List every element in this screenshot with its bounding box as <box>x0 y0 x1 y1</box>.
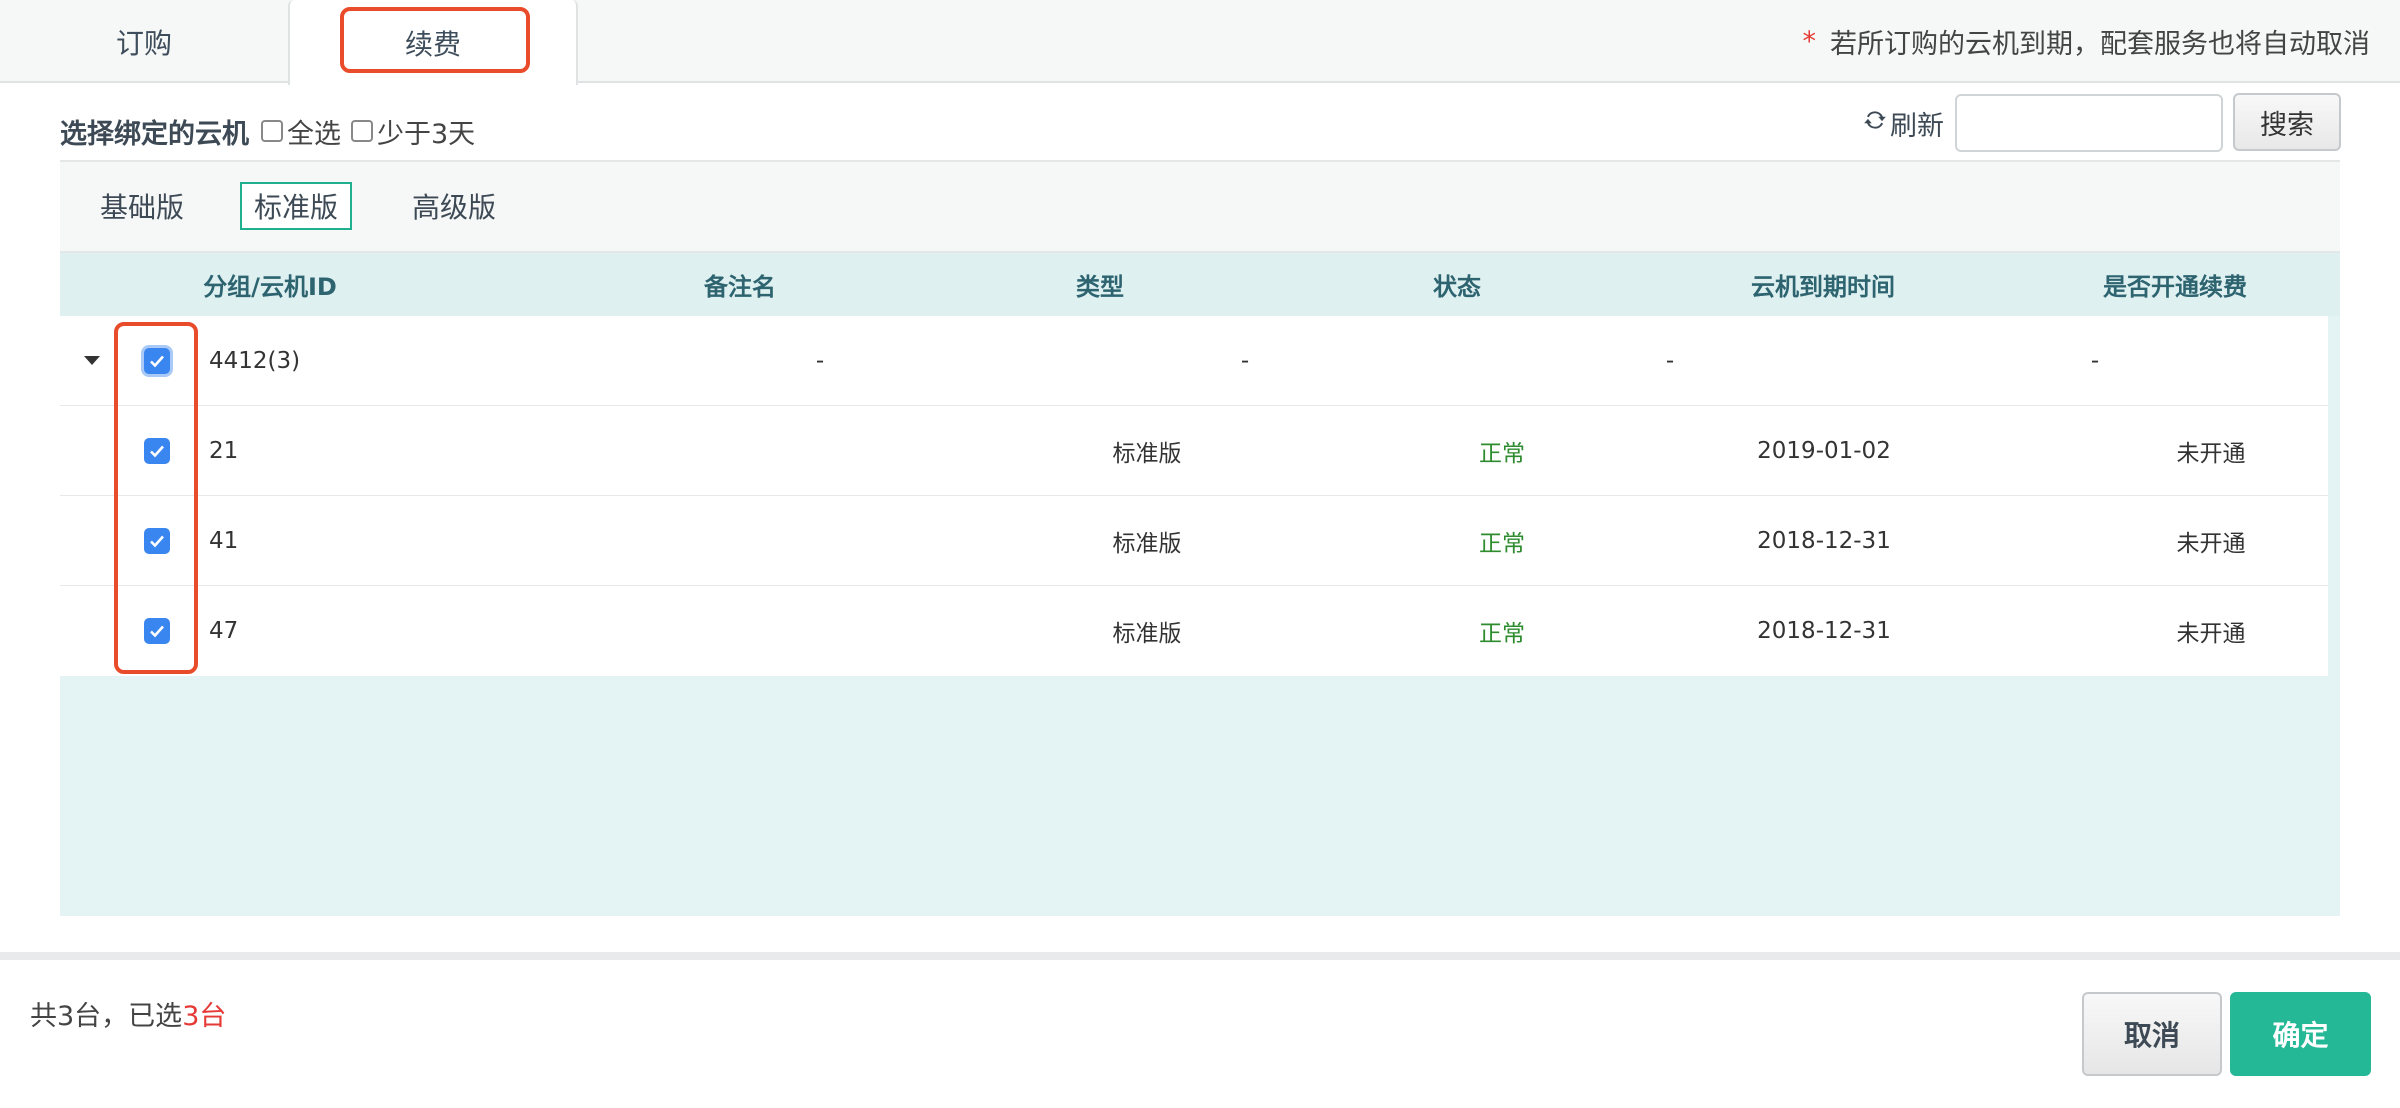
refresh-label: 刷新 <box>1890 110 1944 142</box>
cloud-type: 标准版 <box>1112 441 1182 467</box>
tab-bar: 订购 续费 * 若所订购的云机到期，配套服务也将自动取消 <box>0 0 2400 85</box>
table-header: 分组/云机ID 备注名 类型 状态 云机到期时间 是否开通续费 <box>60 253 2340 316</box>
notice-asterisk: * <box>1802 26 1817 57</box>
edition-tabs: 基础版 标准版 高级版 <box>60 160 2340 253</box>
edition-tab-basic[interactable]: 基础版 <box>96 182 188 230</box>
select-title: 选择绑定的云机 <box>60 118 249 150</box>
cloud-remark <box>640 586 840 676</box>
cancel-button-label: 取消 <box>2123 1019 2180 1052</box>
select-all-label: 全选 <box>287 118 341 150</box>
cloud-expire-time: 2018-12-31 <box>1757 618 1891 644</box>
expiry-notice: * 若所订购的云机到期，配套服务也将自动取消 <box>1803 0 2371 83</box>
summary-selected-count: 3台 <box>182 1001 227 1032</box>
expand-caret-icon[interactable] <box>84 356 100 365</box>
less-than-3-days-checkbox[interactable] <box>351 120 373 142</box>
tab-renew-label: 续费 <box>404 27 461 61</box>
footer: 共3台，已选3台 取消 确定 <box>0 960 2400 1108</box>
column-header-renew-enabled: 是否开通续费 <box>2103 273 2247 301</box>
group-renew: - <box>2090 348 2100 374</box>
cloud-id: 41 <box>209 528 239 554</box>
edition-tab-advanced-label: 高级版 <box>411 191 496 224</box>
row-checkbox[interactable] <box>144 618 170 644</box>
edition-tab-standard[interactable]: 标准版 <box>240 182 352 230</box>
cloud-renew-status: 未开通 <box>2176 531 2246 557</box>
table-row-group: 4412(3) - - - - <box>60 316 2328 406</box>
cloud-renew-status: 未开通 <box>2176 621 2246 647</box>
tab-renew[interactable]: 续费 <box>288 0 578 85</box>
footer-divider <box>0 952 2400 960</box>
confirm-button[interactable]: 确定 <box>2230 992 2371 1076</box>
cloud-status: 正常 <box>1479 531 1525 557</box>
refresh-icon <box>1862 107 1890 140</box>
row-checkbox[interactable] <box>144 528 170 554</box>
column-header-remark: 备注名 <box>704 273 776 301</box>
tab-order[interactable]: 订购 <box>0 0 288 83</box>
group-id: 4412(3) <box>209 348 301 374</box>
cloud-id: 47 <box>209 618 239 644</box>
selection-summary: 共3台，已选3台 <box>30 994 226 1033</box>
table-row: 21 标准版 正常 2019-01-02 未开通 <box>60 406 2328 496</box>
cloud-table: 分组/云机ID 备注名 类型 状态 云机到期时间 是否开通续费 4412(3) … <box>60 253 2340 916</box>
edition-tab-basic-label: 基础版 <box>99 191 184 224</box>
table-row: 41 标准版 正常 2018-12-31 未开通 <box>60 496 2328 586</box>
select-all-checkbox[interactable] <box>261 120 283 142</box>
column-header-group-id: 分组/云机ID <box>203 273 337 301</box>
select-bound-cloud-row: 选择绑定的云机 全选 少于3天 <box>60 108 481 154</box>
notice-text: 若所订购的云机到期，配套服务也将自动取消 <box>1830 29 2370 60</box>
cloud-id: 21 <box>209 438 239 464</box>
edition-tab-standard-label: 标准版 <box>253 191 338 224</box>
column-header-status: 状态 <box>1433 273 1481 301</box>
cloud-type: 标准版 <box>1112 621 1182 647</box>
cloud-remark <box>640 406 840 496</box>
group-type: - <box>1240 348 1250 374</box>
table-body: 4412(3) - - - - 21 标准版 正常 2019-01-02 未开通 <box>60 316 2328 676</box>
cloud-remark <box>640 496 840 586</box>
group-expire: - <box>1665 348 1675 374</box>
less-than-3-days-label: 少于3天 <box>377 118 476 150</box>
search-button-label: 搜索 <box>2260 109 2314 141</box>
refresh-button[interactable]: 刷新 <box>1862 100 1944 146</box>
renew-dialog: 订购 续费 * 若所订购的云机到期，配套服务也将自动取消 选择绑定的云机 全选 … <box>0 0 2400 1108</box>
cloud-expire-time: 2018-12-31 <box>1757 528 1891 554</box>
cancel-button[interactable]: 取消 <box>2082 992 2222 1076</box>
summary-total-text: 共3台，已选 <box>30 1001 183 1032</box>
group-checkbox[interactable] <box>144 348 170 374</box>
row-checkbox[interactable] <box>144 438 170 464</box>
confirm-button-label: 确定 <box>2272 1019 2329 1052</box>
search-button[interactable]: 搜索 <box>2233 93 2341 151</box>
group-remark: - <box>815 348 825 374</box>
cloud-status: 正常 <box>1479 441 1525 467</box>
table-row: 47 标准版 正常 2018-12-31 未开通 <box>60 586 2328 676</box>
column-header-type: 类型 <box>1076 273 1124 301</box>
cloud-status: 正常 <box>1479 621 1525 647</box>
cloud-type: 标准版 <box>1112 531 1182 557</box>
column-header-expire-time: 云机到期时间 <box>1751 273 1895 301</box>
search-input[interactable] <box>1955 94 2223 152</box>
cloud-renew-status: 未开通 <box>2176 441 2246 467</box>
cloud-expire-time: 2019-01-02 <box>1757 438 1891 464</box>
edition-tab-advanced[interactable]: 高级版 <box>408 182 500 230</box>
tab-order-label: 订购 <box>115 26 172 60</box>
